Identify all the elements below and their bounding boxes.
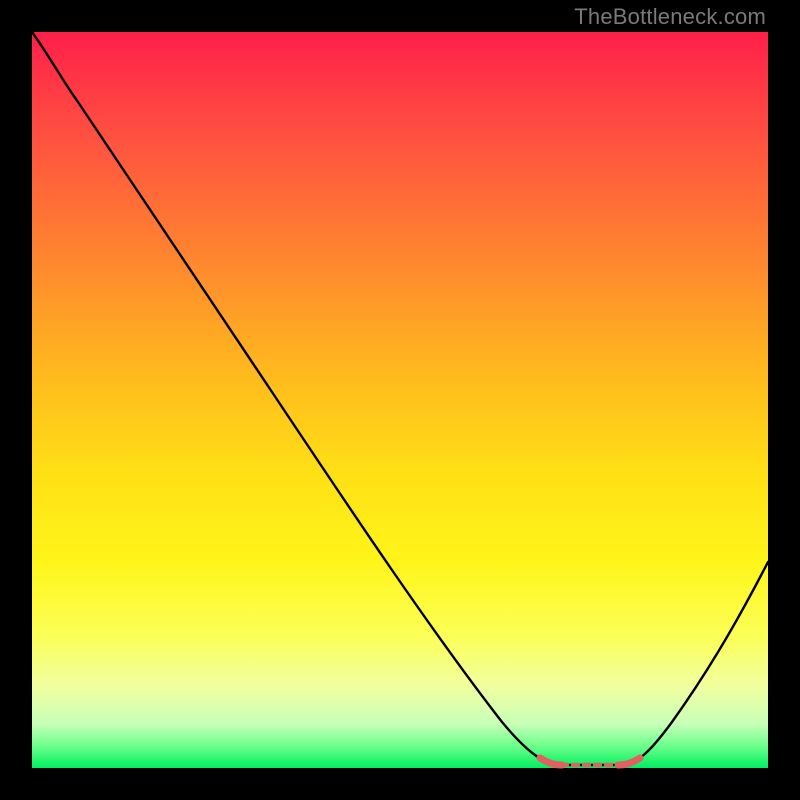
watermark-text: TheBottleneck.com — [574, 4, 766, 30]
bottleneck-curve-path — [32, 32, 768, 765]
valley-highlight-left — [540, 758, 562, 765]
valley-highlight-right — [618, 758, 640, 765]
chart-frame: TheBottleneck.com — [0, 0, 800, 800]
bottleneck-curve-svg — [32, 32, 768, 768]
